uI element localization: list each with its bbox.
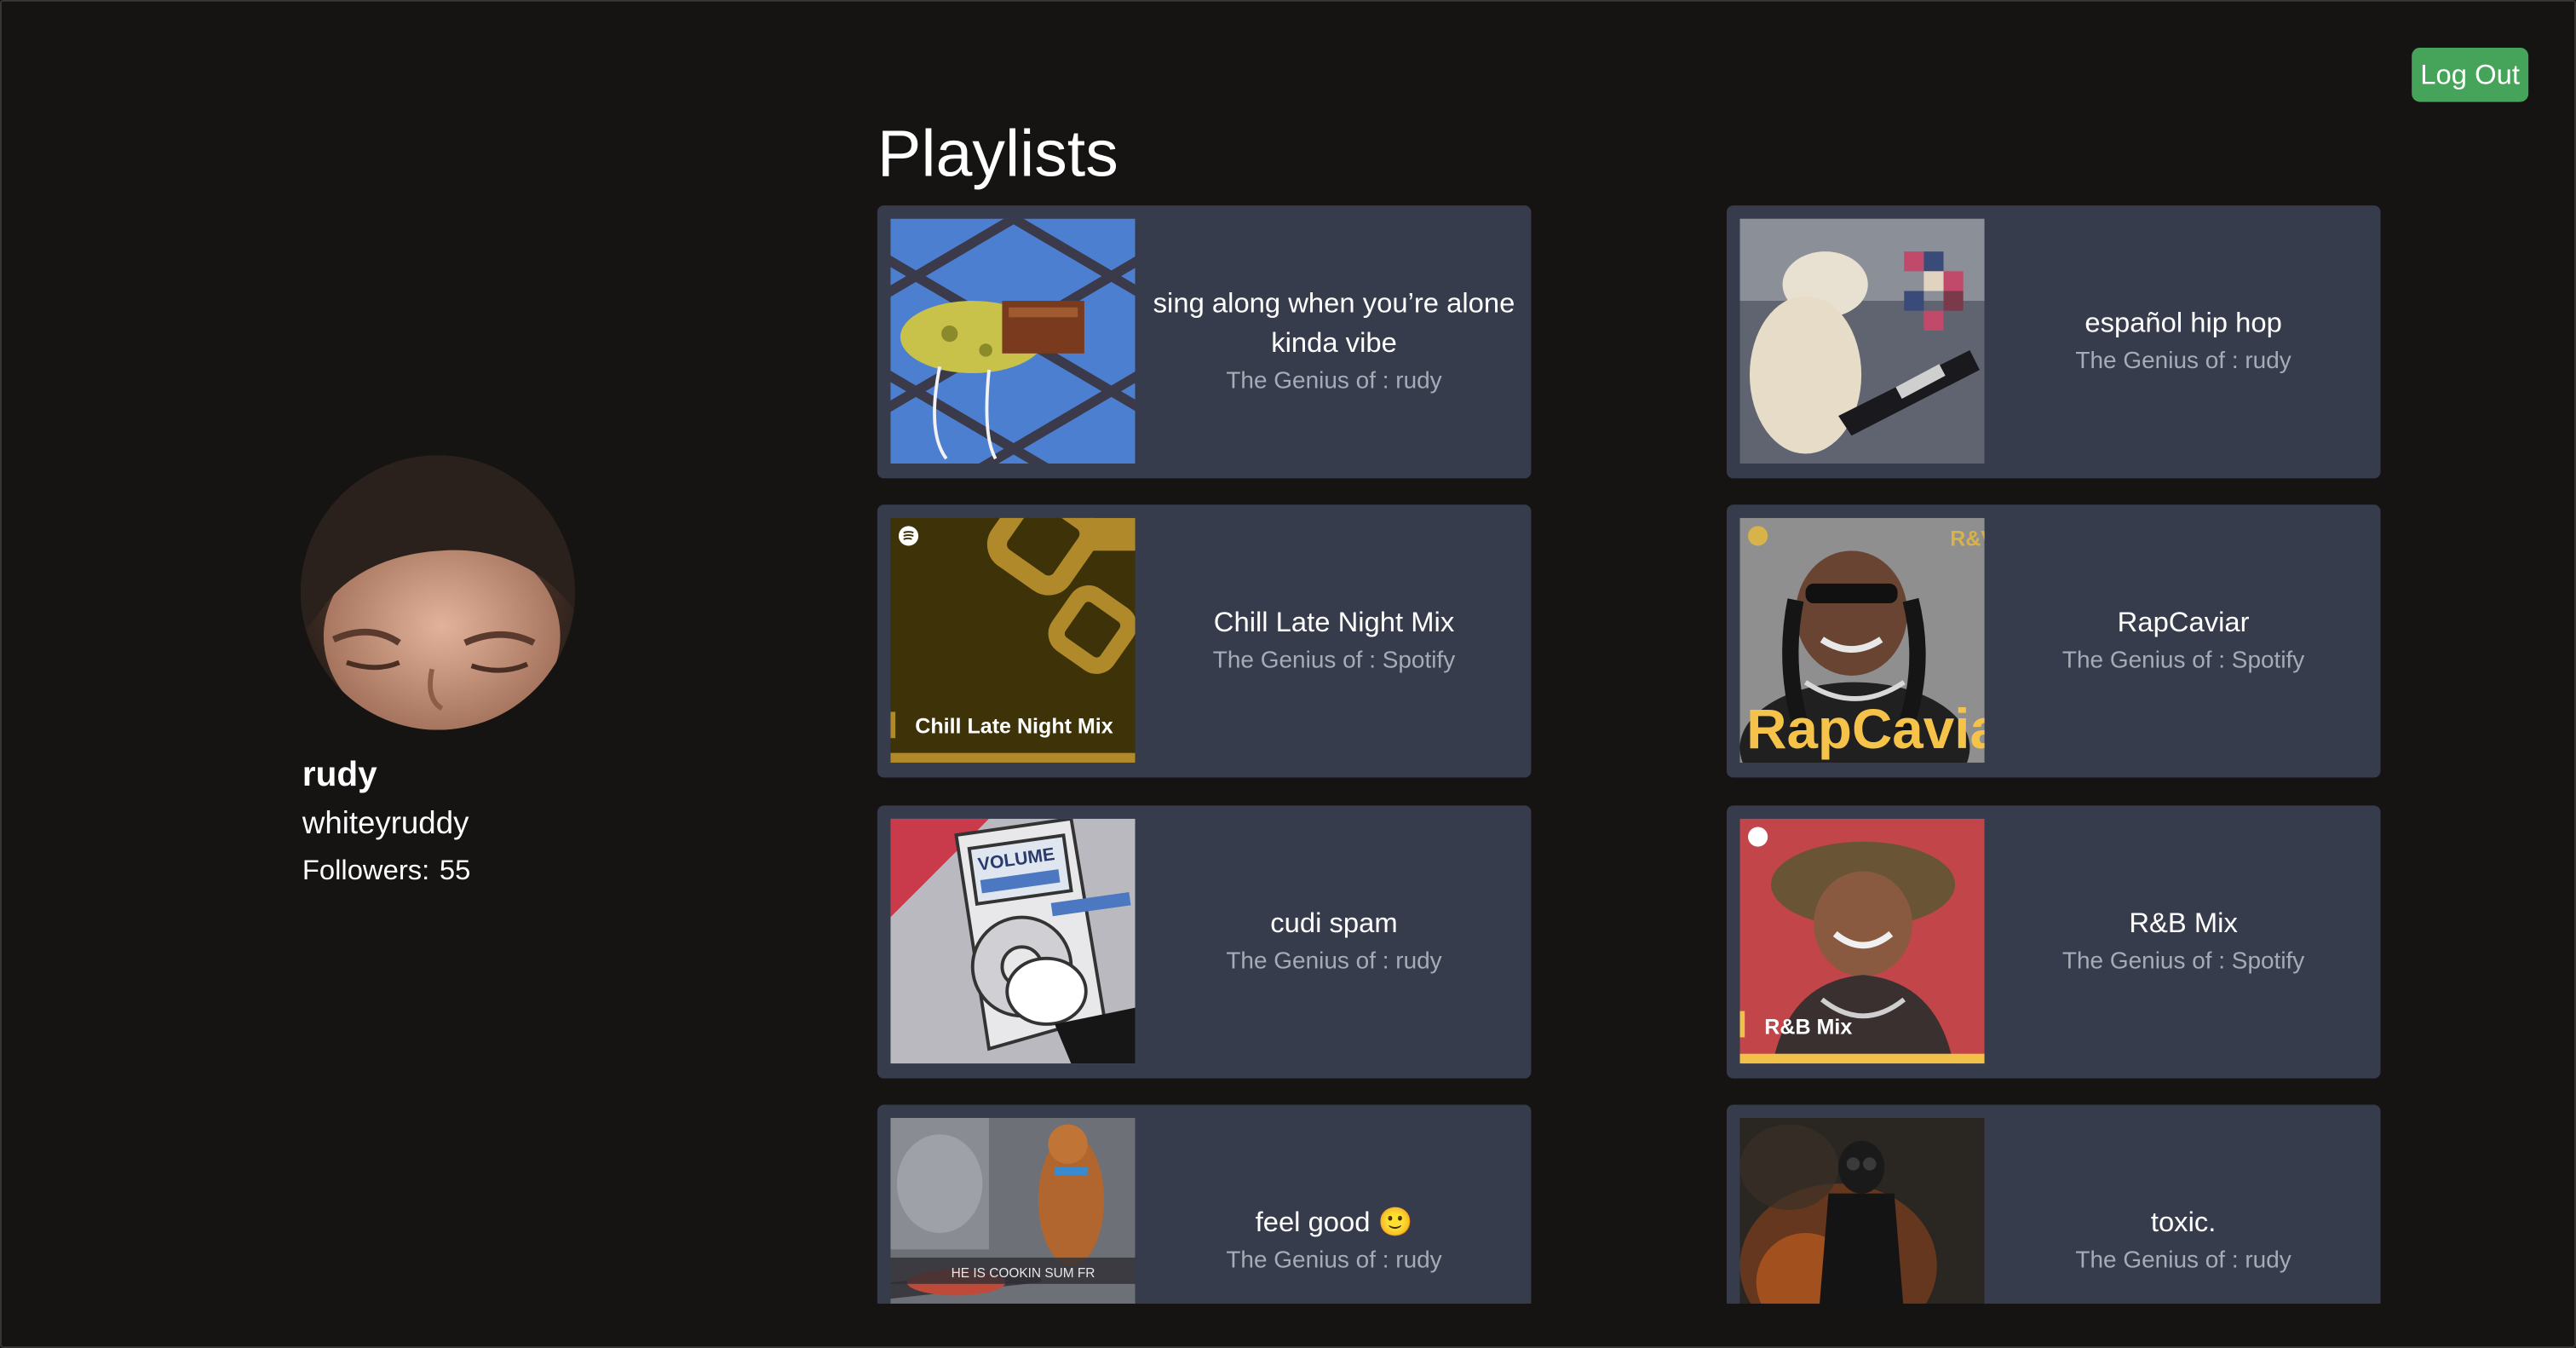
playlist-card[interactable]: sing along when you’re alone kinda vibe … xyxy=(877,205,1532,479)
playlist-info: RapCaviar The Genius of : Spotify xyxy=(1992,504,2373,777)
owner-name: rudy xyxy=(2245,349,2291,375)
owner-prefix: The Genius of : xyxy=(1226,948,1389,976)
owner-prefix: The Genius of : xyxy=(2061,948,2226,976)
cover-text: HE IS COOKIN SUM FR xyxy=(952,1266,1095,1281)
playlist-card[interactable]: español hip hop The Genius of : rudy xyxy=(1726,205,2381,479)
app-window: Log Out rudy whiteyruddy Followers: 55 P… xyxy=(0,0,2576,1348)
playlist-title: Chill Late Night Mix xyxy=(1213,606,1455,638)
owner-name: rudy xyxy=(1395,948,1442,976)
playlist-owner: The Genius of : Spotify xyxy=(2062,642,2304,678)
playlist-owner: The Genius of : rudy xyxy=(2075,1243,2291,1279)
playlist-owner: The Genius of : rudy xyxy=(1226,1243,1441,1279)
playlist-info: cudi spam The Genius of : rudy xyxy=(1143,805,1524,1078)
playlist-owner: The Genius of : Spotify xyxy=(2062,943,2304,979)
owner-prefix: The Genius of : xyxy=(2075,1247,2239,1275)
playlist-cover: Chill Late Night Mix xyxy=(890,517,1136,763)
followers-label: Followers: xyxy=(302,855,430,886)
owner-prefix: The Genius of : xyxy=(1226,1247,1389,1275)
playlist-info: español hip hop The Genius of : rudy xyxy=(1992,205,2373,478)
owner-prefix: The Genius of : xyxy=(1212,648,1376,675)
playlist-title: cudi spam xyxy=(1270,907,1398,939)
playlist-owner: The Genius of : rudy xyxy=(2075,343,2291,379)
playlist-card[interactable]: Chill Late Night Mix Chill Late Night Mi… xyxy=(877,504,1532,778)
playlist-owner: The Genius of : rudy xyxy=(1226,943,1441,979)
owner-name: Spotify xyxy=(2231,948,2305,976)
owner-prefix: The Genius of : xyxy=(1226,368,1389,395)
playlist-cover: VOLUME xyxy=(890,818,1136,1064)
owner-name: rudy xyxy=(1395,368,1442,395)
logout-button[interactable]: Log Out xyxy=(2412,47,2529,102)
playlist-cover: R&B Mix xyxy=(1739,818,1985,1064)
playlist-card[interactable]: R&B Mix R&B Mix The Genius of : Spotify xyxy=(1726,805,2381,1079)
playlist-cover xyxy=(1739,218,1985,464)
viewport-bottom-edge xyxy=(0,1303,2576,1348)
cover-text: R&B Mix xyxy=(1764,1016,1852,1040)
avatar xyxy=(300,455,576,730)
owner-name: Spotify xyxy=(2231,648,2305,675)
playlist-card[interactable]: R&V RapCaviar RapCaviar The Genius of :S… xyxy=(1726,504,2381,778)
playlist-title: español hip hop xyxy=(2084,307,2282,339)
playlist-title: toxic. xyxy=(2150,1207,2217,1238)
playlist-title: R&B Mix xyxy=(2129,907,2238,939)
owner-name: rudy xyxy=(2245,1247,2291,1275)
playlist-card[interactable]: VOLUME cudi spam The Genius of : rudy xyxy=(877,805,1532,1079)
profile-followers: Followers: 55 xyxy=(302,855,470,888)
playlist-title: feel good 🙂 xyxy=(1255,1207,1413,1238)
profile-username: whiteyruddy xyxy=(302,807,469,842)
playlist-title: RapCaviar xyxy=(2117,606,2250,638)
profile-name: rudy xyxy=(302,756,377,794)
playlist-cover: R&V RapCaviar xyxy=(1739,517,1985,763)
playlist-cover xyxy=(890,218,1136,464)
owner-name: rudy xyxy=(1395,1247,1442,1275)
playlist-info: sing along when you’re alone kinda vibe … xyxy=(1143,205,1524,478)
page-title: Playlists xyxy=(877,118,1118,191)
playlist-info: R&B Mix The Genius of : Spotify xyxy=(1992,805,2373,1078)
cover-text: Chill Late Night Mix xyxy=(915,714,1113,738)
playlist-owner: The Genius of : Spotify xyxy=(1213,642,1455,678)
playlist-info: Chill Late Night Mix The Genius of : Spot… xyxy=(1143,504,1524,777)
cover-badge: R&V xyxy=(1950,527,1985,551)
playlist-title: sing along when you’re alone kinda vibe xyxy=(1153,287,1515,359)
owner-prefix: The Genius of : xyxy=(2061,648,2226,675)
owner-prefix: The Genius of : xyxy=(2075,349,2239,375)
playlist-owner: The Genius of : rudy xyxy=(1226,363,1441,399)
owner-name: Spotify xyxy=(1382,648,1456,675)
cover-text: RapCaviar xyxy=(1746,698,1985,760)
followers-count: 55 xyxy=(439,855,471,886)
